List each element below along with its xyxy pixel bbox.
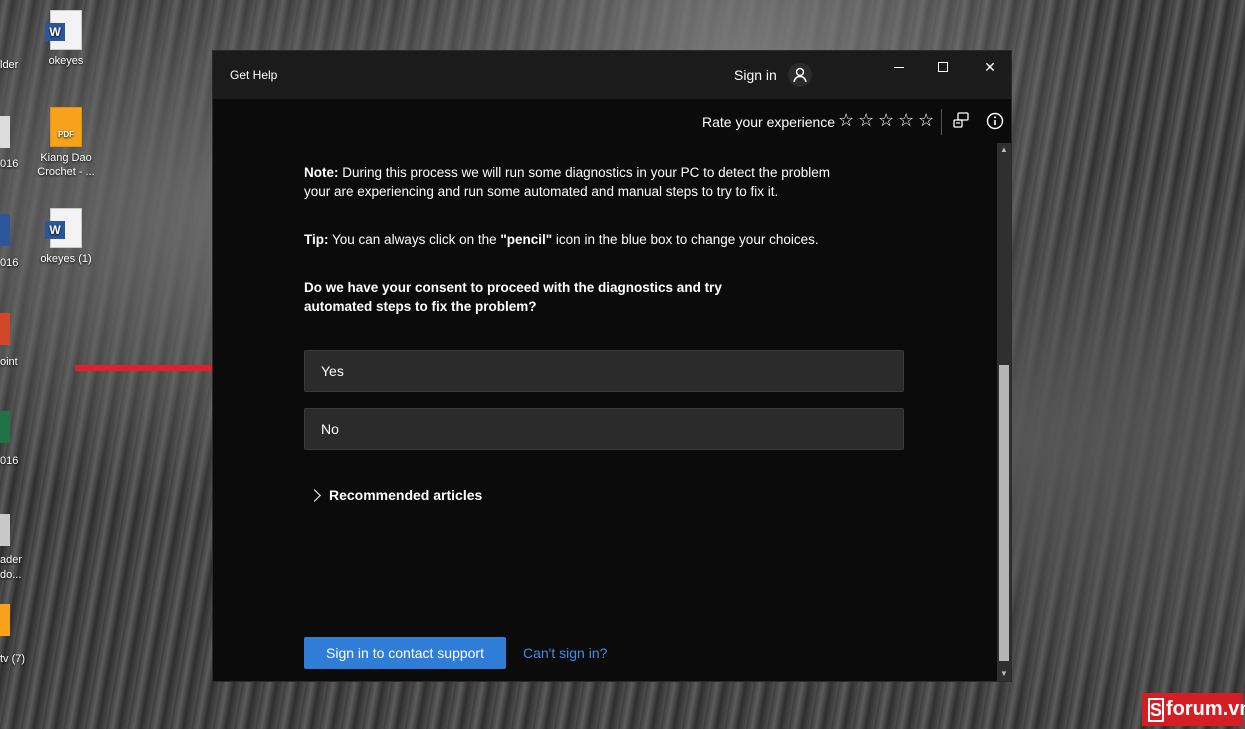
yes-option-button[interactable]: Yes [304,350,904,392]
consent-question: Do we have your consent to proceed with … [304,280,722,314]
desktop-icon-okeyes[interactable]: okeyes [31,10,101,68]
star-icon[interactable]: ☆ [878,111,896,129]
tip-text-end: icon in the blue box to change your choi… [552,232,819,247]
no-option-button[interactable]: No [304,408,904,450]
desktop-icon-kiang-dao[interactable]: Kiang Dao Crochet - ... [31,107,101,179]
edge-label: 016 [0,455,19,467]
feedback-icon [953,112,969,128]
sign-in-contact-support-button[interactable]: Sign in to contact support [304,637,506,669]
note-paragraph: Note: During this process we will run so… [304,163,849,201]
get-help-window: Get Help Sign in ✕ Rate your experience … [212,50,1012,682]
word-document-icon [45,10,82,50]
maximize-icon [938,62,948,72]
minimize-button[interactable] [876,51,922,83]
desktop-icon-label: okeyes [48,55,84,67]
edge-label: do... [0,569,22,581]
watermark-text: forum.vn [1166,698,1245,720]
partial-reader-icon[interactable] [0,514,10,546]
partial-desktop-icon[interactable] [0,116,10,148]
divider [941,109,942,135]
rating-bar: Rate your experience ☆ ☆ ☆ ☆ ☆ [213,99,1011,143]
star-icon[interactable]: ☆ [898,111,916,129]
tip-label: Tip: [304,232,329,247]
note-text: During this process we will run some dia… [304,165,830,199]
note-label: Note: [304,165,339,180]
tip-text: You can always click on the [328,232,501,247]
edge-label: 016 [0,158,19,170]
star-icon[interactable]: ☆ [858,111,876,129]
info-button[interactable] [983,109,1007,133]
close-icon: ✕ [984,58,996,75]
edge-label: ader [0,554,23,566]
edge-label: 016 [0,257,19,269]
recommended-articles-expander[interactable]: Recommended articles [308,487,483,503]
yes-label: Yes [321,363,344,379]
vertical-scrollbar[interactable]: ▲ ▼ [997,143,1011,681]
desktop-icon-okeyes-1[interactable]: okeyes (1) [31,208,101,266]
scroll-down-arrow-icon[interactable]: ▼ [997,667,1011,681]
star-rating[interactable]: ☆ ☆ ☆ ☆ ☆ [838,111,936,129]
partial-file-icon[interactable] [0,604,10,636]
close-button[interactable]: ✕ [967,51,1013,83]
maximize-button[interactable] [920,51,966,83]
partial-excel-icon[interactable] [0,411,10,443]
rate-experience-label: Rate your experience [702,114,836,130]
no-label: No [321,421,339,437]
edge-label: oint [0,356,18,368]
watermark-logo: S forum.vn [1142,693,1245,726]
partial-powerpoint-icon[interactable] [0,313,10,345]
word-document-icon [45,208,82,248]
title-bar[interactable]: Get Help Sign in ✕ [213,51,1011,99]
edge-label: lder [0,59,19,71]
pdf-document-icon [50,107,82,147]
avatar-icon[interactable] [788,63,812,87]
tip-paragraph: Tip: You can always click on the "pencil… [304,230,904,249]
star-icon[interactable]: ☆ [838,111,856,129]
star-icon[interactable]: ☆ [918,111,936,129]
chevron-right-icon [308,488,321,502]
scroll-up-arrow-icon[interactable]: ▲ [997,143,1011,157]
edge-label: tv (7) [0,653,26,665]
desktop-icon-label: Kiang Dao Crochet - ... [37,152,95,178]
cant-sign-in-link[interactable]: Can't sign in? [523,645,607,661]
partial-word-icon[interactable] [0,214,10,246]
watermark-s: S [1148,697,1165,722]
share-feedback-button[interactable] [949,109,973,133]
sign-in-link[interactable]: Sign in [734,67,777,83]
app-title: Get Help [230,68,278,82]
help-content: Note: During this process we will run so… [304,163,904,321]
scrollbar-thumb[interactable] [999,365,1009,661]
recommended-articles-label: Recommended articles [329,487,483,503]
desktop-icon-label: okeyes (1) [40,253,92,265]
tip-pencil-text: "pencil" [500,232,553,247]
info-icon [986,112,1004,130]
minimize-icon [894,66,904,68]
